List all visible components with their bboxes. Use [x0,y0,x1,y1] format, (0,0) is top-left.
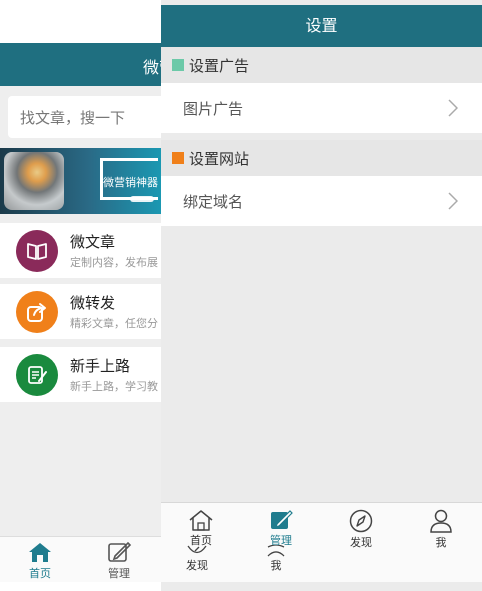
chevron-right-icon [448,99,458,117]
tab-home[interactable]: 首页 [166,509,236,548]
home-icon [29,543,51,562]
promo-banner[interactable]: 微营销神器 [0,148,161,214]
page-title: 设置 [305,16,338,35]
user-icon [267,545,285,557]
row-label: 图片广告 [183,100,244,118]
user-icon [430,509,452,533]
home-icon [189,510,213,531]
list-item-beginner[interactable]: 新手上路 新手上路，学习教 [0,347,161,402]
section-marker [172,59,184,71]
settings-screen: 设置 设置广告 图片广告 设置网站 绑定域名 首页 管理 发现 我 发现 我 [161,0,482,591]
tab-label: 管理 [108,567,130,580]
tab-label: 我 [270,559,282,572]
compass-icon [349,509,373,533]
cloud-icon [130,196,154,202]
compass-icon [187,545,207,554]
tab-label: 首页 [29,567,51,580]
section-website: 设置网站 [161,140,482,176]
section-title: 设置广告 [189,57,250,75]
app-screen: 微营 找文章，搜一下 微营销神器 微文章 定制内容，发布展 微转发 精彩文章，任… [0,0,482,591]
row-image-ads[interactable]: 图片广告 [161,83,482,133]
share-icon [16,291,58,333]
settings-tab-bar: 首页 管理 发现 我 发现 我 [161,502,482,582]
home-menu-list: 微文章 定制内容，发布展 微转发 精彩文章，任您分 新手上路 新手上路，学习教 [0,214,161,536]
section-title: 设置网站 [189,150,250,168]
home-tab-bar: 首页 管理 [0,536,161,582]
note-edit-icon [16,354,58,396]
chevron-right-icon [448,192,458,210]
tab-home[interactable]: 首页 [10,541,70,581]
ghost-tab-discover: 发现 [177,545,217,573]
tab-label: 发现 [186,559,208,572]
section-marker [172,152,184,164]
tab-label: 我 [435,536,447,549]
settings-header: 设置 [161,5,482,47]
list-item-title: 微转发 [70,294,116,312]
list-item-title: 微文章 [70,233,116,251]
row-label: 绑定域名 [183,193,244,211]
edit-icon [271,510,293,529]
section-ads: 设置广告 [161,47,482,83]
tab-manage[interactable]: 管理 [246,509,316,548]
banner-image [4,152,64,210]
tab-me[interactable]: 我 [406,509,476,550]
tab-discover[interactable]: 发现 [326,509,396,550]
edit-icon [108,541,132,562]
tab-label: 发现 [350,536,372,549]
row-bind-domain[interactable]: 绑定域名 [161,176,482,226]
list-item-title: 新手上路 [70,357,131,375]
banner-text: 微营销神器 [103,176,158,189]
list-item-desc: 精彩文章，任您分 [70,317,158,330]
tab-manage[interactable]: 管理 [89,541,149,581]
ghost-tab-me: 我 [256,545,296,573]
list-item-share[interactable]: 微转发 精彩文章，任您分 [0,284,161,339]
book-icon [16,230,58,272]
list-item-desc: 定制内容，发布展 [70,256,158,269]
list-item-desc: 新手上路，学习教 [70,380,158,393]
list-item-articles[interactable]: 微文章 定制内容，发布展 [0,223,161,278]
